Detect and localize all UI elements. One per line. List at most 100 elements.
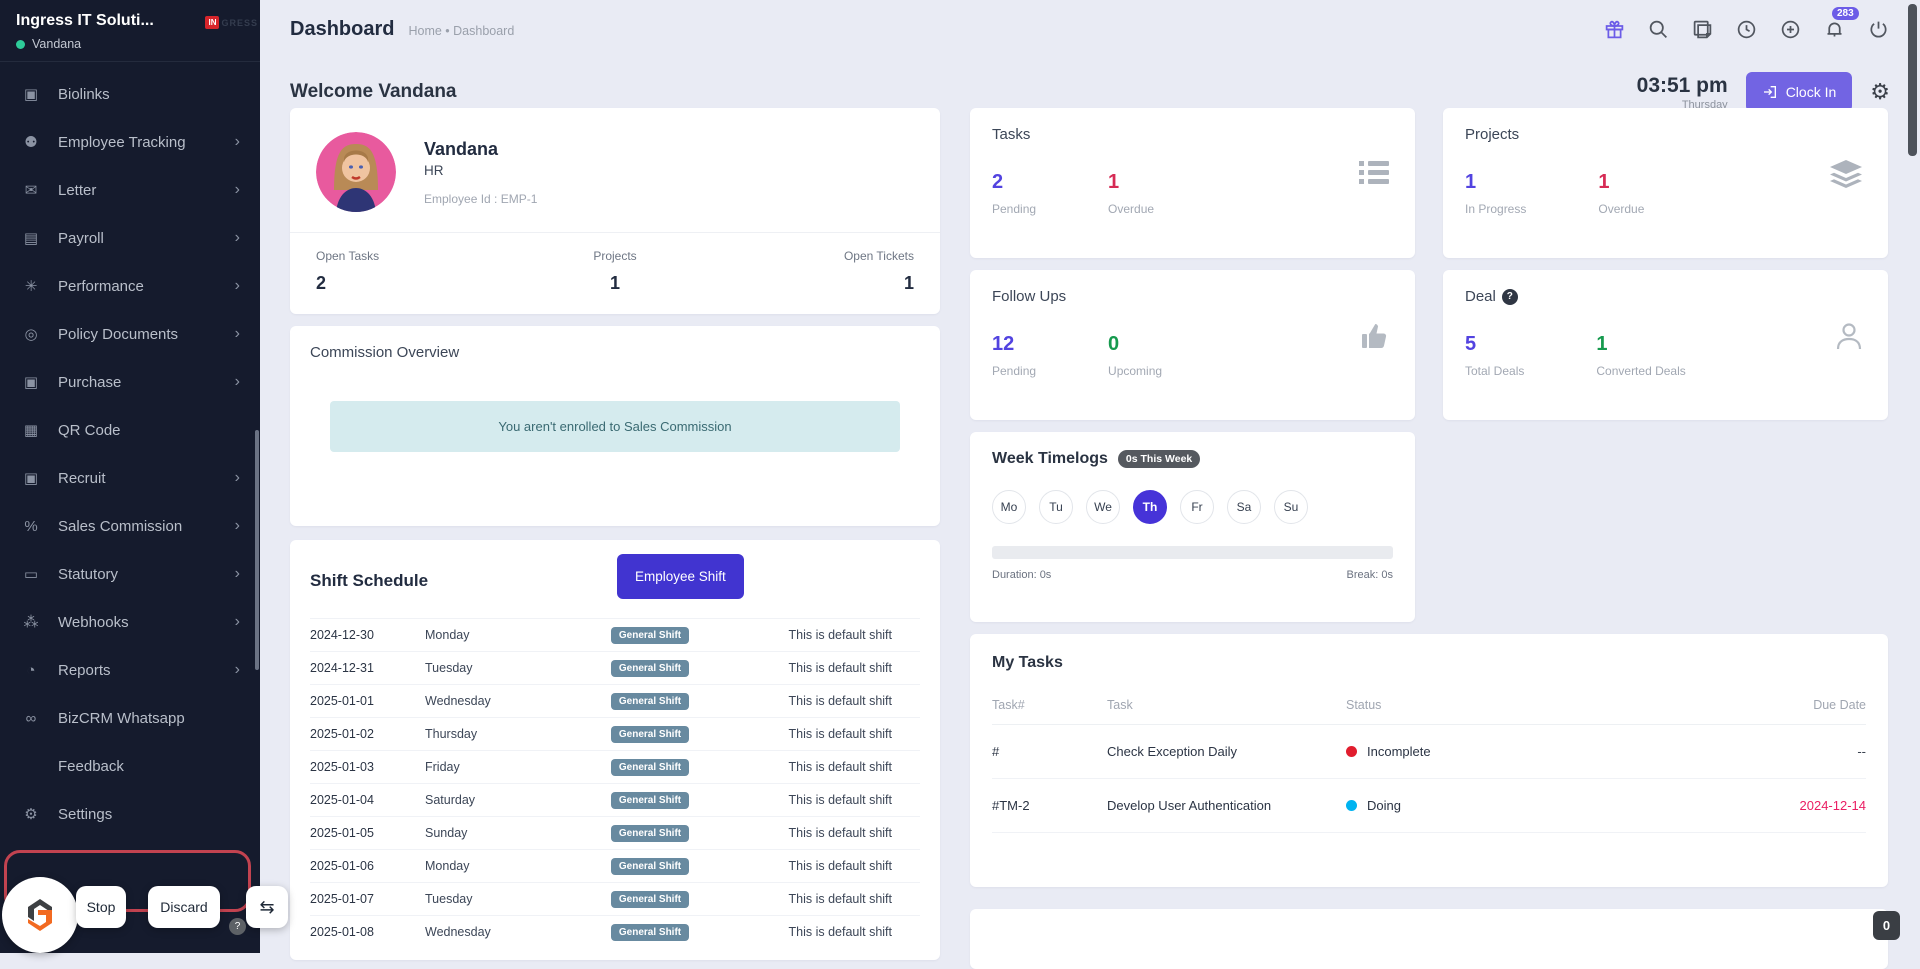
wallet-icon: ▤ [20, 229, 42, 247]
sidebar-item-purchase[interactable]: ▣ Purchase › [0, 358, 260, 406]
sidebar-item-statutory[interactable]: ▭ Statutory › [0, 550, 260, 598]
breadcrumb: Home • Dashboard [408, 24, 514, 38]
chevron-right-icon: › [235, 469, 240, 487]
stop-button[interactable]: Stop [76, 886, 126, 928]
projects-overdue-metric: 1 Overdue [1598, 171, 1644, 216]
sidebar-item-bizcrm-whatsapp[interactable]: ∞ BizCRM Whatsapp › [0, 694, 260, 742]
plus-icon[interactable] [1778, 17, 1802, 41]
floating-zero-badge[interactable]: 0 [1873, 911, 1900, 940]
list-icon [1359, 160, 1389, 186]
sidebar-item-payroll[interactable]: ▤ Payroll › [0, 214, 260, 262]
sidebar-item-policy-documents[interactable]: ◎ Policy Documents › [0, 310, 260, 358]
chevron-right-icon: › [235, 325, 240, 343]
discard-button[interactable]: Discard [148, 886, 220, 928]
weekday-sa[interactable]: Sa [1227, 490, 1261, 524]
sidebar: Ingress IT Soluti... Vandana IN GRESS ▣ … [0, 0, 260, 953]
my-tasks-card: My Tasks Task# Task Status Due Date # Ch… [970, 634, 1888, 887]
sidebar-item-recruit[interactable]: ▣ Recruit › [0, 454, 260, 502]
my-tasks-header: Task# Task Status Due Date [992, 698, 1866, 725]
search-icon[interactable] [1646, 17, 1670, 41]
topbar: Dashboard Home • Dashboard 283 [260, 0, 1920, 58]
percent-icon: % [20, 518, 42, 535]
tasks-overdue-metric: 1 Overdue [1108, 171, 1154, 216]
weekday-tu[interactable]: Tu [1039, 490, 1073, 524]
sidebar-item-reports[interactable]: ◔ Reports › [0, 646, 260, 694]
shift-row[interactable]: 2025-01-03 Friday General Shift This is … [310, 750, 920, 783]
shift-row[interactable]: 2024-12-31 Tuesday General Shift This is… [310, 651, 920, 684]
deal-converted-metric: 1 Converted Deals [1596, 333, 1685, 378]
swap-button[interactable]: ⇆ [246, 886, 288, 928]
shift-type-badge: General Shift [611, 726, 689, 743]
my-tasks-title: My Tasks [992, 654, 1866, 672]
task-row[interactable]: #TM-2 Develop User Authentication Doing … [992, 779, 1866, 833]
sidebar-scrollbar[interactable] [255, 430, 259, 670]
chevron-right-icon: › [235, 133, 240, 151]
chevron-right-icon: › [235, 229, 240, 247]
profile-card: Vandana HR Employee Id : EMP-1 Open Task… [290, 108, 940, 314]
stat-open-tickets: Open Tickets 1 [715, 249, 914, 294]
sidebar-item-employee-tracking[interactable]: ⚉ Employee Tracking › [0, 118, 260, 166]
commission-overview-card: Commission Overview You aren't enrolled … [290, 326, 940, 526]
sidebar-menu: ▣ Biolinks › ⚉ Employee Tracking › ✉ Let… [0, 62, 260, 846]
login-arrow-icon [1762, 84, 1778, 100]
break-label: Break: 0s [1347, 569, 1393, 581]
assistant-logo-button[interactable] [2, 877, 78, 953]
shift-row[interactable]: 2025-01-08 Wednesday General Shift This … [310, 915, 920, 948]
shift-row[interactable]: 2025-01-05 Sunday General Shift This is … [310, 816, 920, 849]
thumbs-up-icon [1361, 322, 1389, 350]
sidebar-item-sales-commission[interactable]: % Sales Commission › [0, 502, 260, 550]
chevron-right-icon: › [235, 613, 240, 631]
shift-row[interactable]: 2025-01-04 Saturday General Shift This i… [310, 783, 920, 816]
sidebar-item-biolinks[interactable]: ▣ Biolinks › [0, 70, 260, 118]
profile-name: Vandana [424, 139, 537, 160]
layers-icon [1830, 160, 1862, 188]
chevron-right-icon: › [235, 661, 240, 679]
webhook-icon: ⁂ [20, 613, 42, 631]
qr-code-icon: ▦ [20, 421, 42, 439]
weekday-fr[interactable]: Fr [1180, 490, 1214, 524]
clock-in-button[interactable]: Clock In [1746, 72, 1853, 112]
page-scrollbar[interactable] [1908, 4, 1917, 156]
weekday-su[interactable]: Su [1274, 490, 1308, 524]
gift-icon[interactable] [1602, 17, 1626, 41]
help-badge[interactable]: ? [229, 918, 246, 935]
weekday-mo[interactable]: Mo [992, 490, 1026, 524]
stat-projects: Projects 1 [515, 249, 714, 294]
notification-count-badge: 283 [1832, 7, 1859, 20]
sidebar-item-performance[interactable]: ✳ Performance › [0, 262, 260, 310]
employee-shift-button[interactable]: Employee Shift [617, 554, 744, 599]
chevron-right-icon: › [235, 565, 240, 583]
id-card-icon: ▣ [20, 85, 42, 103]
deal-card: Deal ? 5 Total Deals 1 Converted Deals [1443, 270, 1888, 420]
duration-label: Duration: 0s [992, 569, 1051, 581]
sidebar-item-settings[interactable]: ⚙ Settings › [0, 790, 260, 838]
shift-row[interactable]: 2025-01-01 Wednesday General Shift This … [310, 684, 920, 717]
weekday-th[interactable]: Th [1133, 490, 1167, 524]
sidebar-item-letter[interactable]: ✉ Letter › [0, 166, 260, 214]
sidebar-item-webhooks[interactable]: ⁂ Webhooks › [0, 598, 260, 646]
projects-card: Projects 1 In Progress 1 Overdue [1443, 108, 1888, 258]
gear-icon: ⚙ [20, 805, 42, 823]
follow-ups-card: Follow Ups 12 Pending 0 Upcoming [970, 270, 1415, 420]
weekday-we[interactable]: We [1086, 490, 1120, 524]
power-icon[interactable] [1866, 17, 1890, 41]
shift-row[interactable]: 2025-01-06 Monday General Shift This is … [310, 849, 920, 882]
week-timelogs-card: Week Timelogs 0s This Week Mo Tu We Th F… [970, 432, 1415, 622]
shift-row[interactable]: 2024-12-30 Monday General Shift This is … [310, 618, 920, 651]
task-row[interactable]: # Check Exception Daily Incomplete -- [992, 725, 1866, 779]
status-dot [1346, 800, 1357, 811]
shift-row[interactable]: 2025-01-07 Tuesday General Shift This is… [310, 882, 920, 915]
policy-icon: ◎ [20, 325, 42, 343]
sidebar-item-feedback[interactable]: Feedback › [0, 742, 260, 790]
shift-table: 2024-12-30 Monday General Shift This is … [310, 618, 920, 948]
dashboard-settings-gear-icon[interactable]: ⚙ [1870, 81, 1890, 103]
shift-type-badge: General Shift [611, 858, 689, 875]
history-icon[interactable] [1734, 17, 1758, 41]
deal-help-icon[interactable]: ? [1502, 289, 1518, 305]
shift-row[interactable]: 2025-01-02 Thursday General Shift This i… [310, 717, 920, 750]
sidebar-item-qr-code[interactable]: ▦ QR Code › [0, 406, 260, 454]
bell-icon[interactable]: 283 [1822, 17, 1846, 41]
notes-icon[interactable] [1690, 17, 1714, 41]
chevron-right-icon: › [235, 277, 240, 295]
assistant-logo [18, 893, 62, 937]
